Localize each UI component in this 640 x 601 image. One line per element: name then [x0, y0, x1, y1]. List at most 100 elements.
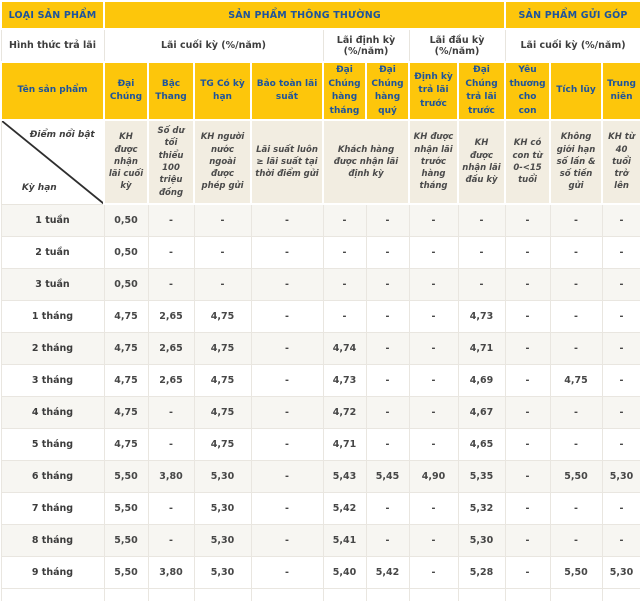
top-header-cell: SẢN PHẨM GỬI GÓP	[505, 1, 640, 29]
product-name-cell: Yêu thương cho con	[505, 62, 550, 120]
rate-cell: -	[505, 301, 550, 333]
rate-cell: 5,30	[458, 525, 505, 557]
rate-cell: 4,75	[104, 397, 148, 429]
term-cell: 1 tháng	[1, 301, 104, 333]
rate-cell: -	[602, 204, 640, 237]
product-name-cell: Tích lũy	[550, 62, 602, 120]
rate-cell: -	[505, 557, 550, 589]
rate-cell: -	[550, 237, 602, 269]
partial-cell	[148, 589, 194, 601]
rate-cell: -	[251, 493, 323, 525]
rate-cell: -	[366, 397, 409, 429]
rate-cell: 3,80	[148, 461, 194, 493]
partial-cell	[550, 589, 602, 601]
rate-cell: -	[194, 237, 251, 269]
rate-cell: 4,75	[104, 365, 148, 397]
corner-highlight-label: Điểm nổi bật	[22, 129, 104, 142]
rate-table-body: LOẠI SẢN PHẨMSẢN PHẨM THÔNG THƯỜNGSẢN PH…	[1, 1, 640, 601]
term-cell: 7 tháng	[1, 493, 104, 525]
rate-cell: 4,67	[458, 397, 505, 429]
product-name-row: Tên sản phẩmĐại ChúngBậc ThangTG Có kỳ h…	[1, 62, 640, 120]
table-row: 6 tháng5,503,805,30-5,435,454,905,35-5,5…	[1, 461, 640, 493]
rate-cell: 4,75	[550, 365, 602, 397]
term-cell: 1 tuần	[1, 204, 104, 237]
rate-cell: -	[251, 461, 323, 493]
rate-cell: 4,75	[104, 429, 148, 461]
rate-cell: 5,43	[323, 461, 366, 493]
rate-cell: 5,41	[323, 525, 366, 557]
rate-cell: 5,32	[458, 493, 505, 525]
rate-cell: -	[409, 237, 458, 269]
rate-cell: 5,28	[458, 557, 505, 589]
product-name-cell: Bậc Thang	[148, 62, 194, 120]
rate-cell: 5,30	[602, 461, 640, 493]
highlight-cell: KH từ 40 tuổi trở lên	[602, 120, 640, 204]
rate-cell: 5,30	[194, 525, 251, 557]
partial-cell	[602, 589, 640, 601]
rate-cell: -	[458, 237, 505, 269]
rate-cell: 5,50	[104, 525, 148, 557]
rate-cell: 4,75	[194, 301, 251, 333]
term-cell: 9 tháng	[1, 557, 104, 589]
top-header-cell: SẢN PHẨM THÔNG THƯỜNG	[104, 1, 505, 29]
product-name-cell: Đại Chúng hàng tháng	[323, 62, 366, 120]
highlight-cell: KH được nhận lãi đầu kỳ	[458, 120, 505, 204]
rate-cell: 4,73	[323, 365, 366, 397]
rate-cell: 2,65	[148, 333, 194, 365]
product-row-label: Tên sản phẩm	[1, 62, 104, 120]
term-cell: 6 tháng	[1, 461, 104, 493]
rate-cell: -	[251, 525, 323, 557]
product-name-cell: Trung niên	[602, 62, 640, 120]
rate-cell: -	[602, 237, 640, 269]
rate-cell: 5,35	[458, 461, 505, 493]
rate-cell: -	[194, 269, 251, 301]
corner-cell: Điểm nổi bật Kỳ hạn	[1, 120, 104, 204]
category-header-row: LOẠI SẢN PHẨMSẢN PHẨM THÔNG THƯỜNGSẢN PH…	[1, 1, 640, 29]
rate-cell: -	[602, 429, 640, 461]
highlight-cell: Khách hàng được nhận lãi định kỳ	[323, 120, 409, 204]
rate-cell: -	[366, 237, 409, 269]
rate-cell: -	[148, 397, 194, 429]
rate-cell: 4,75	[194, 365, 251, 397]
rate-cell: 4,74	[323, 333, 366, 365]
rate-cell: 4,71	[458, 333, 505, 365]
rate-cell: -	[505, 493, 550, 525]
partial-cell	[366, 589, 409, 601]
rate-cell: -	[505, 365, 550, 397]
rate-cell: 2,65	[148, 365, 194, 397]
partial-cell	[409, 589, 458, 601]
rate-cell: -	[409, 204, 458, 237]
rate-cell: -	[602, 333, 640, 365]
rate-cell: -	[550, 429, 602, 461]
product-name-cell: Đại Chúng trả lãi trước	[458, 62, 505, 120]
rate-cell: -	[366, 204, 409, 237]
rate-cell: -	[323, 237, 366, 269]
rate-cell: -	[251, 204, 323, 237]
rate-cell: 4,75	[194, 429, 251, 461]
table-row: 4 tháng4,75-4,75-4,72--4,67---	[1, 397, 640, 429]
partial-cell	[104, 589, 148, 601]
rate-cell: 5,30	[194, 557, 251, 589]
rate-cell: -	[505, 237, 550, 269]
rate-cell: -	[505, 397, 550, 429]
partial-cell	[194, 589, 251, 601]
highlight-cell: KH có con từ 0-<15 tuổi	[505, 120, 550, 204]
rate-cell: -	[505, 204, 550, 237]
rate-cell: -	[251, 237, 323, 269]
rate-cell: 0,50	[104, 237, 148, 269]
highlight-row: Điểm nổi bậtKỳ hạnKH được nhận lãi cuối …	[1, 120, 640, 204]
corner-term-label: Kỳ hạn	[2, 182, 78, 195]
rate-cell: -	[148, 525, 194, 557]
rate-cell: 4,90	[409, 461, 458, 493]
table-row: 3 tuần0,50----------	[1, 269, 640, 301]
table-row: 2 tuần0,50----------	[1, 237, 640, 269]
term-cell: 2 tuần	[1, 237, 104, 269]
rate-cell: 5,50	[104, 461, 148, 493]
rate-cell: -	[323, 204, 366, 237]
table-row: 7 tháng5,50-5,30-5,42--5,32---	[1, 493, 640, 525]
product-name-cell: Đại Chúng hàng quý	[366, 62, 409, 120]
product-name-cell: Định kỳ trả lãi trước	[409, 62, 458, 120]
partial-cell	[323, 589, 366, 601]
rate-cell: -	[148, 269, 194, 301]
rate-cell: -	[148, 237, 194, 269]
